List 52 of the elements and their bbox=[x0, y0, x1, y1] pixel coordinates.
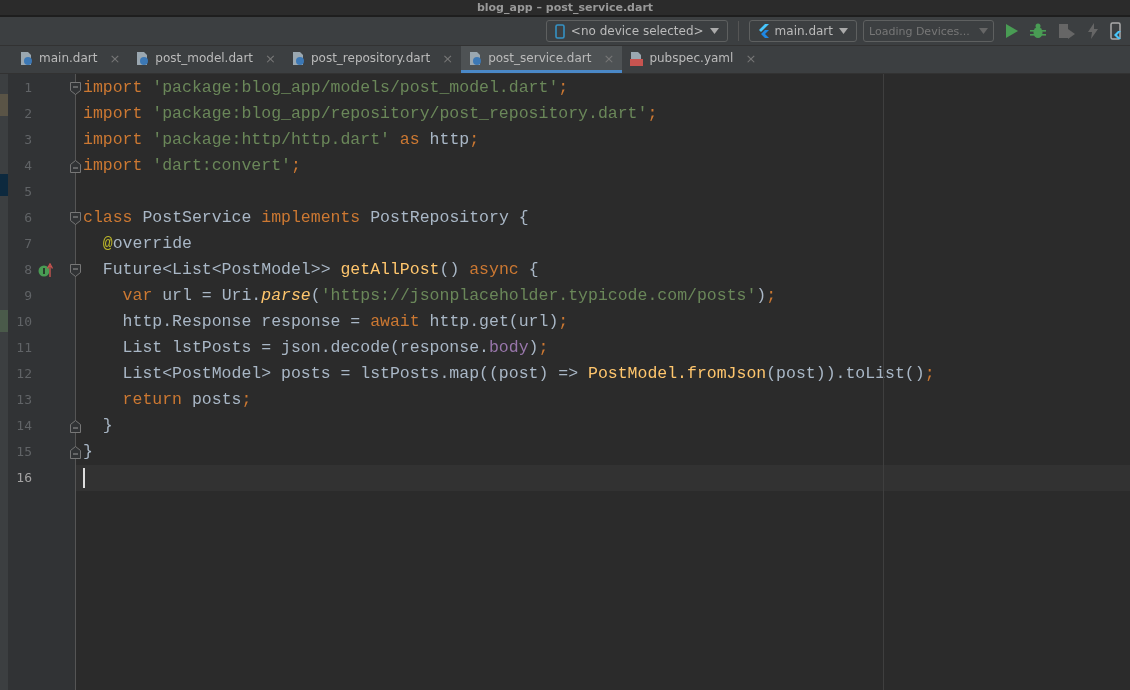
code-line: http.Response response = await http.get(url); bbox=[121, 312, 569, 331]
fold-icon[interactable] bbox=[70, 82, 81, 95]
editor-tab[interactable]: post_repository.dart × bbox=[283, 46, 462, 73]
panel-row-highlight bbox=[0, 174, 8, 196]
code-line: import 'package:blog_app/models/post_model.dart'; bbox=[83, 78, 569, 97]
caret-icon bbox=[979, 28, 988, 34]
phone-icon bbox=[554, 23, 565, 39]
fold-icon[interactable] bbox=[70, 212, 81, 225]
close-icon[interactable]: × bbox=[265, 50, 276, 66]
device-dropdown[interactable]: <no device selected> bbox=[545, 20, 728, 42]
code-line: import 'package:blog_app/repository/post_repository.dart'; bbox=[83, 104, 658, 123]
editor-tab[interactable]: post_service.dart × bbox=[461, 46, 623, 73]
editor-tab[interactable]: main.dart × bbox=[12, 46, 129, 73]
code-line: List<PostModel> posts = lstPosts.map((post) => PostModel.fromJson(post)).toList(); bbox=[121, 364, 935, 383]
caret-icon bbox=[709, 28, 719, 34]
code-line: @override bbox=[101, 234, 192, 253]
implements-marker-icon[interactable] bbox=[38, 263, 54, 277]
profile-icon[interactable] bbox=[1058, 23, 1076, 39]
code-line: List lstPosts = json.decode(response.body); bbox=[121, 338, 549, 357]
code-line: var url = Uri.parse('https://jsonplaceholder.typicode.com/posts'); bbox=[121, 286, 777, 305]
code-line: return posts; bbox=[121, 390, 252, 409]
fold-icon[interactable] bbox=[70, 160, 81, 173]
bug-icon[interactable] bbox=[1030, 23, 1046, 39]
code-line: } bbox=[101, 416, 113, 435]
code-line: } bbox=[83, 442, 93, 461]
text-cursor bbox=[83, 467, 85, 488]
editor-tab[interactable]: pubspec.yaml × bbox=[622, 46, 765, 73]
run-icon[interactable] bbox=[1006, 24, 1018, 38]
flutter-icon bbox=[757, 24, 769, 38]
dart-file-icon bbox=[469, 50, 483, 66]
dart-file-icon bbox=[136, 50, 150, 66]
close-icon[interactable]: × bbox=[109, 50, 121, 66]
caret-icon bbox=[839, 28, 848, 34]
run-config-dropdown[interactable]: main.dart bbox=[748, 20, 857, 42]
code-line: import 'package:http/http.dart' as http; bbox=[83, 130, 480, 149]
close-icon[interactable]: × bbox=[745, 50, 757, 66]
editor-tab[interactable]: post_model.dart × bbox=[128, 46, 284, 73]
code-line: class PostService implements PostRepository { bbox=[83, 208, 529, 227]
panel-row-highlight bbox=[0, 94, 8, 116]
yaml-file-icon bbox=[630, 50, 644, 66]
lightning-icon[interactable] bbox=[1088, 23, 1098, 39]
close-icon[interactable]: × bbox=[442, 50, 454, 66]
line-number: 16 bbox=[15, 469, 32, 487]
code-line: Future<List<PostModel>> getAllPost() async { bbox=[101, 260, 539, 279]
fold-icon[interactable] bbox=[70, 264, 81, 277]
window-title: blog_app – post_service.dart bbox=[476, 0, 654, 15]
code-line: import 'dart:convert'; bbox=[83, 156, 301, 175]
fold-icon[interactable] bbox=[70, 446, 81, 459]
fold-icon[interactable] bbox=[70, 420, 81, 433]
dart-file-icon bbox=[291, 50, 305, 66]
dart-file-icon bbox=[20, 50, 33, 66]
device-manager-icon[interactable] bbox=[1110, 22, 1122, 40]
